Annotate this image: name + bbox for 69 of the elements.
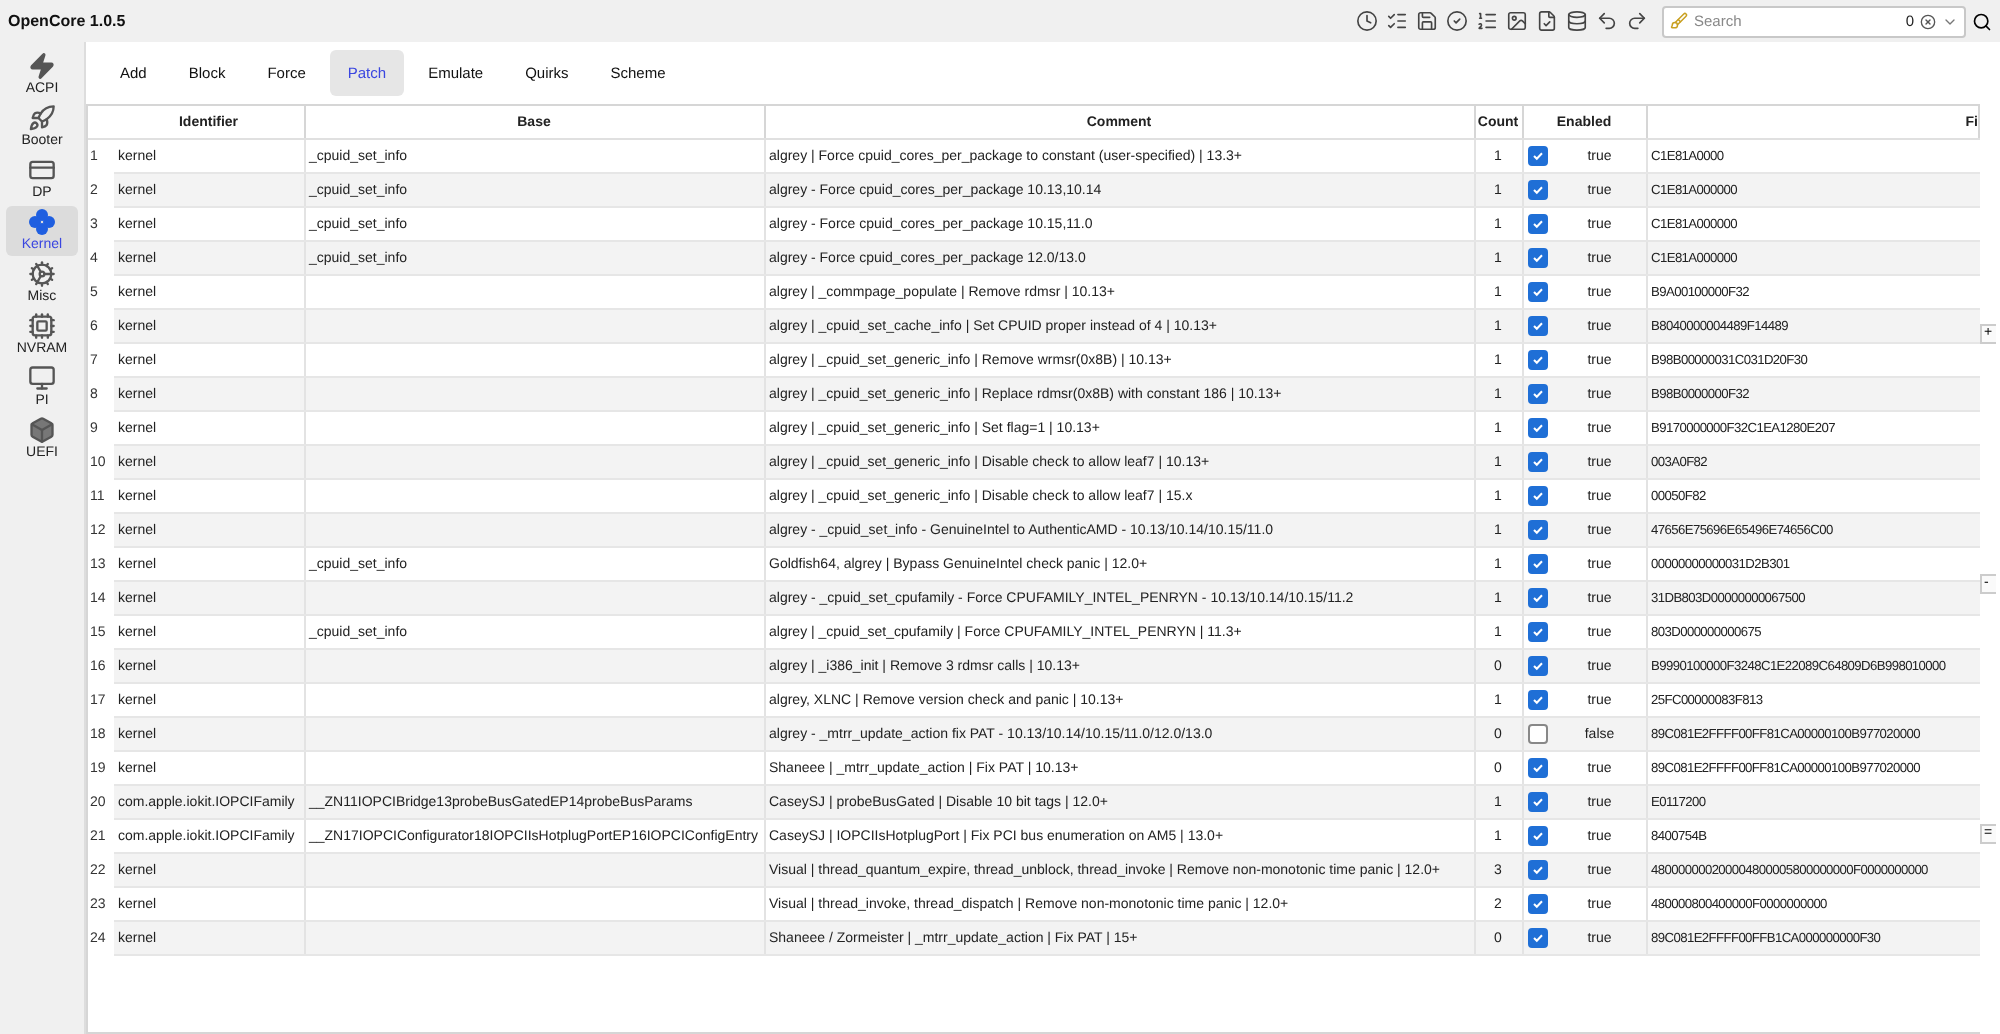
checkbox[interactable] [1528,656,1549,676]
redo-button[interactable] [1624,8,1650,34]
checkmark-icon [1532,864,1545,876]
checkmark-icon [1532,626,1545,638]
checkbox[interactable] [1528,180,1549,200]
checklist-button[interactable] [1384,8,1410,34]
checkmark-icon [1532,218,1545,230]
checkbox[interactable] [1528,452,1549,472]
checkmark-icon [1532,354,1545,366]
monitor-icon [28,364,56,392]
list-button[interactable] [1474,8,1500,34]
checkbox[interactable] [1528,214,1549,234]
cube-icon [28,416,56,444]
card-icon [28,156,56,184]
checkbox[interactable] [1528,554,1549,574]
clock-button[interactable] [1354,8,1380,34]
checkbox[interactable] [1528,486,1549,506]
checkbox[interactable] [1528,350,1549,370]
checkmark-icon [1532,592,1545,604]
checkbox[interactable] [1528,146,1549,166]
checkbox[interactable] [1528,792,1549,812]
checkmark-icon [1532,558,1545,570]
checkmark-icon [1532,898,1545,910]
checkmark-icon [1532,490,1545,502]
checkbox[interactable] [1528,520,1549,540]
check-circle-button[interactable] [1444,8,1470,34]
checkbox[interactable] [1528,724,1549,744]
checkbox[interactable] [1528,384,1549,404]
undo-button[interactable] [1594,8,1620,34]
checkbox[interactable] [1528,894,1549,914]
checkmark-icon [1532,320,1545,332]
checkbox[interactable] [1528,758,1549,778]
window-title: OpenCore 1.0.5 [8,12,128,30]
checkbox[interactable] [1528,928,1549,948]
checkmark-icon [1532,150,1545,162]
checkbox[interactable] [1528,622,1549,642]
checkmark-icon [1532,796,1545,808]
chip-icon [28,312,56,340]
checkmark-icon [1532,762,1545,774]
checkmark-icon [1532,252,1545,264]
clear-icon[interactable] [1920,13,1936,29]
checkbox[interactable] [1528,418,1549,438]
checkmark-icon [1532,456,1545,468]
checkmark-icon [1532,388,1545,400]
file-check-button[interactable] [1534,8,1560,34]
checkbox[interactable] [1528,860,1549,880]
checkbox[interactable] [1528,690,1549,710]
checkbox[interactable] [1528,282,1549,302]
checkmark-icon [1532,830,1545,842]
kernel-icon [28,208,56,236]
checkmark-icon [1532,524,1545,536]
checkmark-icon [1532,660,1545,672]
save-button[interactable] [1414,8,1440,34]
search-icon[interactable] [1972,11,1992,31]
checkmark-icon [1532,286,1545,298]
checkmark-icon [1532,694,1545,706]
lightning-icon [28,52,56,80]
checkbox[interactable] [1528,826,1549,846]
database-button[interactable] [1564,8,1590,34]
checkbox[interactable] [1528,316,1549,336]
checkmark-icon [1532,422,1545,434]
gear-icon [28,260,56,288]
checkmark-icon [1532,932,1545,944]
checkbox[interactable] [1528,248,1549,268]
rocket-icon [28,104,56,132]
image-button[interactable] [1504,8,1530,34]
checkbox[interactable] [1528,588,1549,608]
broom-icon [1670,12,1688,30]
checkmark-icon [1532,184,1545,196]
